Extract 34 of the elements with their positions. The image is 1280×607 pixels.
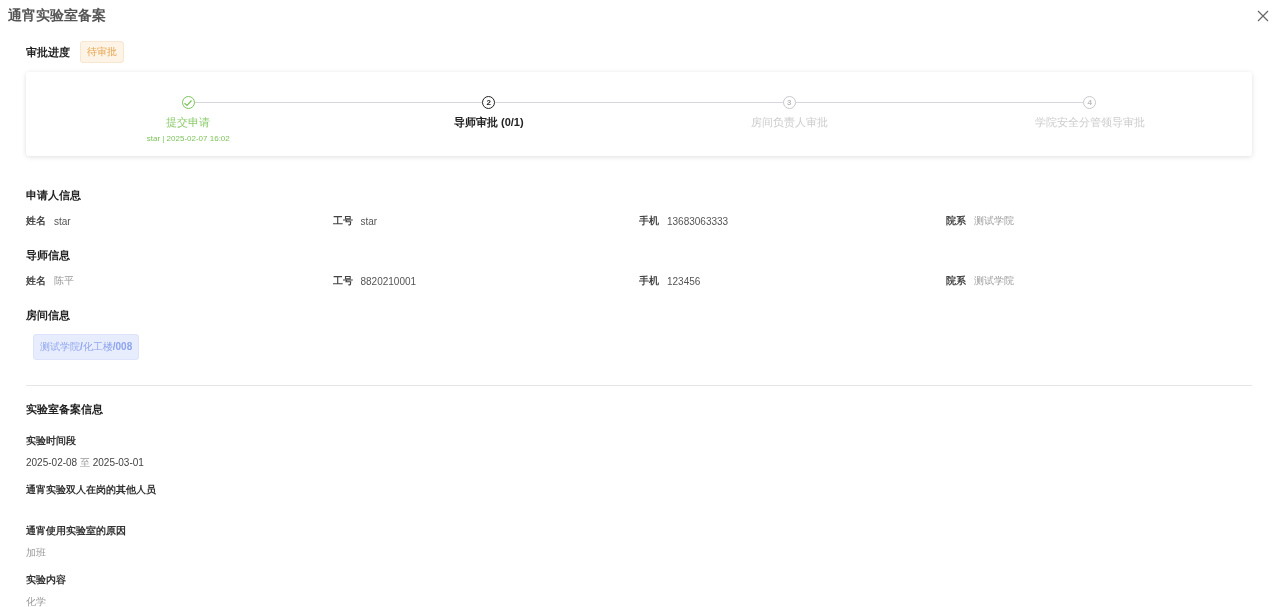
room-tag: 测试学院/化工楼/008 [33,334,140,360]
field-label: 工号 [332,214,353,228]
section-heading: 房间信息 [26,308,71,322]
field-label: 手机 [639,214,659,228]
field-value: star [54,215,71,227]
field-label: 工号 [332,274,353,288]
field-label: 实验时间段 [26,434,77,448]
section-heading: 审批进度 [26,44,70,60]
dialog-title: 通宵实验室备案 [8,7,106,25]
field-label: 院系 [945,274,966,288]
field-label: 通宵使用实验室的原因 [26,524,127,538]
field-value: 8820210001 [360,275,417,287]
step-label: 导师审批 (0/1) [453,115,524,130]
close-button[interactable] [1256,9,1270,23]
section-heading: 实验室备案信息 [26,402,104,416]
field-value: 化学 [26,595,47,607]
status-tag: 待审批 [80,41,124,63]
date-range: 2025-02-08 至 2025-03-01 [26,456,145,470]
field-label: 手机 [639,274,659,288]
field-value: 13683063333 [667,215,729,227]
step-detail: star | 2025-02-07 16:02 [146,134,230,143]
field-label: 姓名 [26,214,46,228]
field-value: 陈平 [54,274,74,288]
field-value: star [360,215,378,227]
field-label: 实验内容 [26,573,67,587]
field-value: 加班 [26,546,47,560]
field-label: 院系 [945,214,966,228]
section-heading: 导师信息 [26,248,71,262]
field-value: 123456 [667,275,701,287]
step-label: 提交申请 [166,115,211,130]
close-icon [1257,10,1269,22]
section-heading: 申请人信息 [26,188,82,202]
field-label: 通宵实验双人在岗的其他人员 [26,483,157,497]
field-label: 姓名 [26,274,46,288]
